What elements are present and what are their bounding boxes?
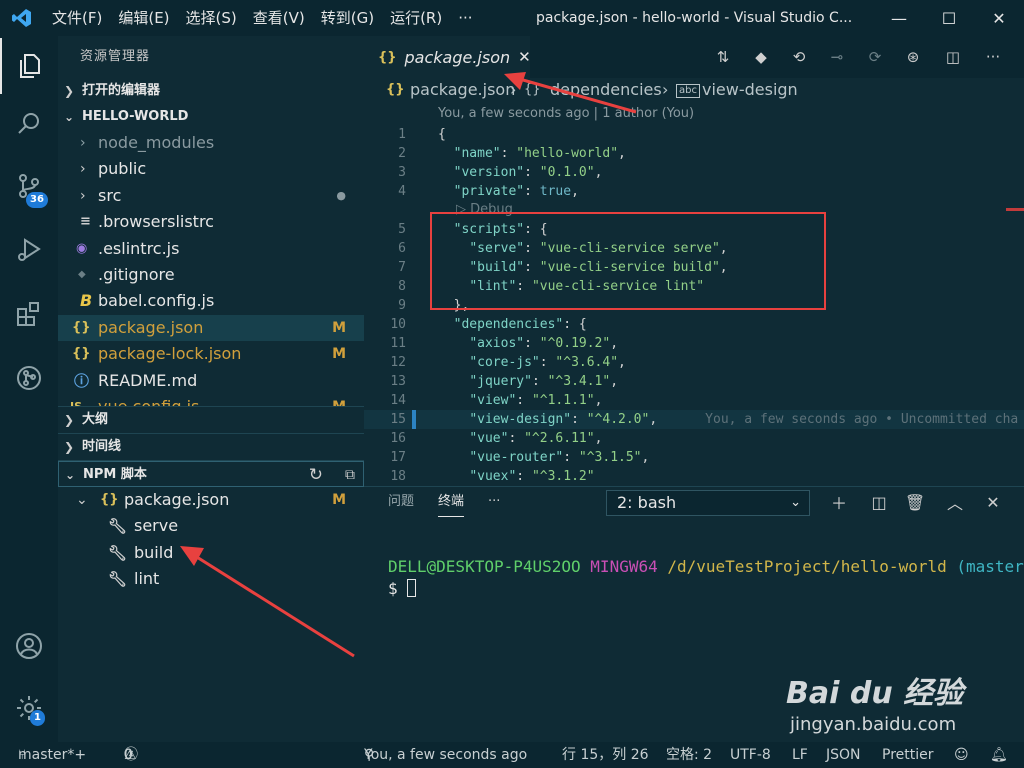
arrow-to-scripts (180, 546, 355, 658)
annotation-arrows (180, 72, 637, 658)
watermark-url: jingyan.baidu.com (790, 714, 957, 735)
baidu-watermark: Bai du 经验 jingyan.baidu.com (786, 668, 976, 738)
arrow-to-tab (504, 72, 637, 114)
watermark-logo: Bai du 经验 (786, 676, 964, 711)
